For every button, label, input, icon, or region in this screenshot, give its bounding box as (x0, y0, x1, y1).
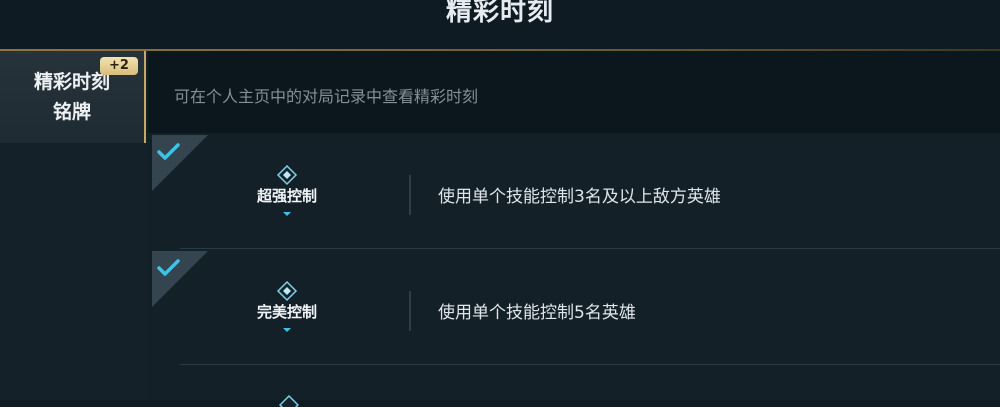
divider (409, 291, 411, 331)
row-divider (180, 248, 1000, 249)
row-divider (180, 364, 1000, 365)
list-item[interactable]: 超强控制 使用单个技能控制3名及以上敌方英雄 (152, 135, 1000, 249)
item-description: 使用单个技能控制5名英雄 (438, 303, 636, 323)
item-title: 超强控制 (256, 187, 317, 205)
title-plate: 超强控制 (192, 165, 382, 217)
hint-text: 可在个人主页中的对局记录中查看精彩时刻 (174, 87, 479, 106)
item-title: 完美控制 (256, 303, 317, 321)
header-bar: 精彩时刻 (0, 0, 1000, 50)
sidebar-tab-highlight-badges[interactable]: 精彩时刻 铭牌 +2 (0, 51, 146, 143)
page-title: 精彩时刻 (445, 0, 554, 27)
list-item[interactable]: 完美控制 使用单个技能控制5名英雄 (152, 251, 1000, 365)
title-plate: 完美控制 (192, 281, 382, 333)
diamond-emblem-icon (279, 395, 299, 407)
sidebar: 精彩时刻 铭牌 +2 (0, 51, 148, 400)
main-panel: 可在个人主页中的对局记录中查看精彩时刻 超强控制 使用单个技能控制3名及以上敌方… (148, 51, 1000, 407)
divider (409, 175, 411, 215)
sidebar-tab-label: 精彩时刻 铭牌 (33, 71, 110, 123)
item-description: 使用单个技能控制3名及以上敌方英雄 (438, 187, 721, 207)
hint-bar: 可在个人主页中的对局记录中查看精彩时刻 (148, 51, 1000, 133)
new-count-badge: +2 (100, 57, 138, 75)
